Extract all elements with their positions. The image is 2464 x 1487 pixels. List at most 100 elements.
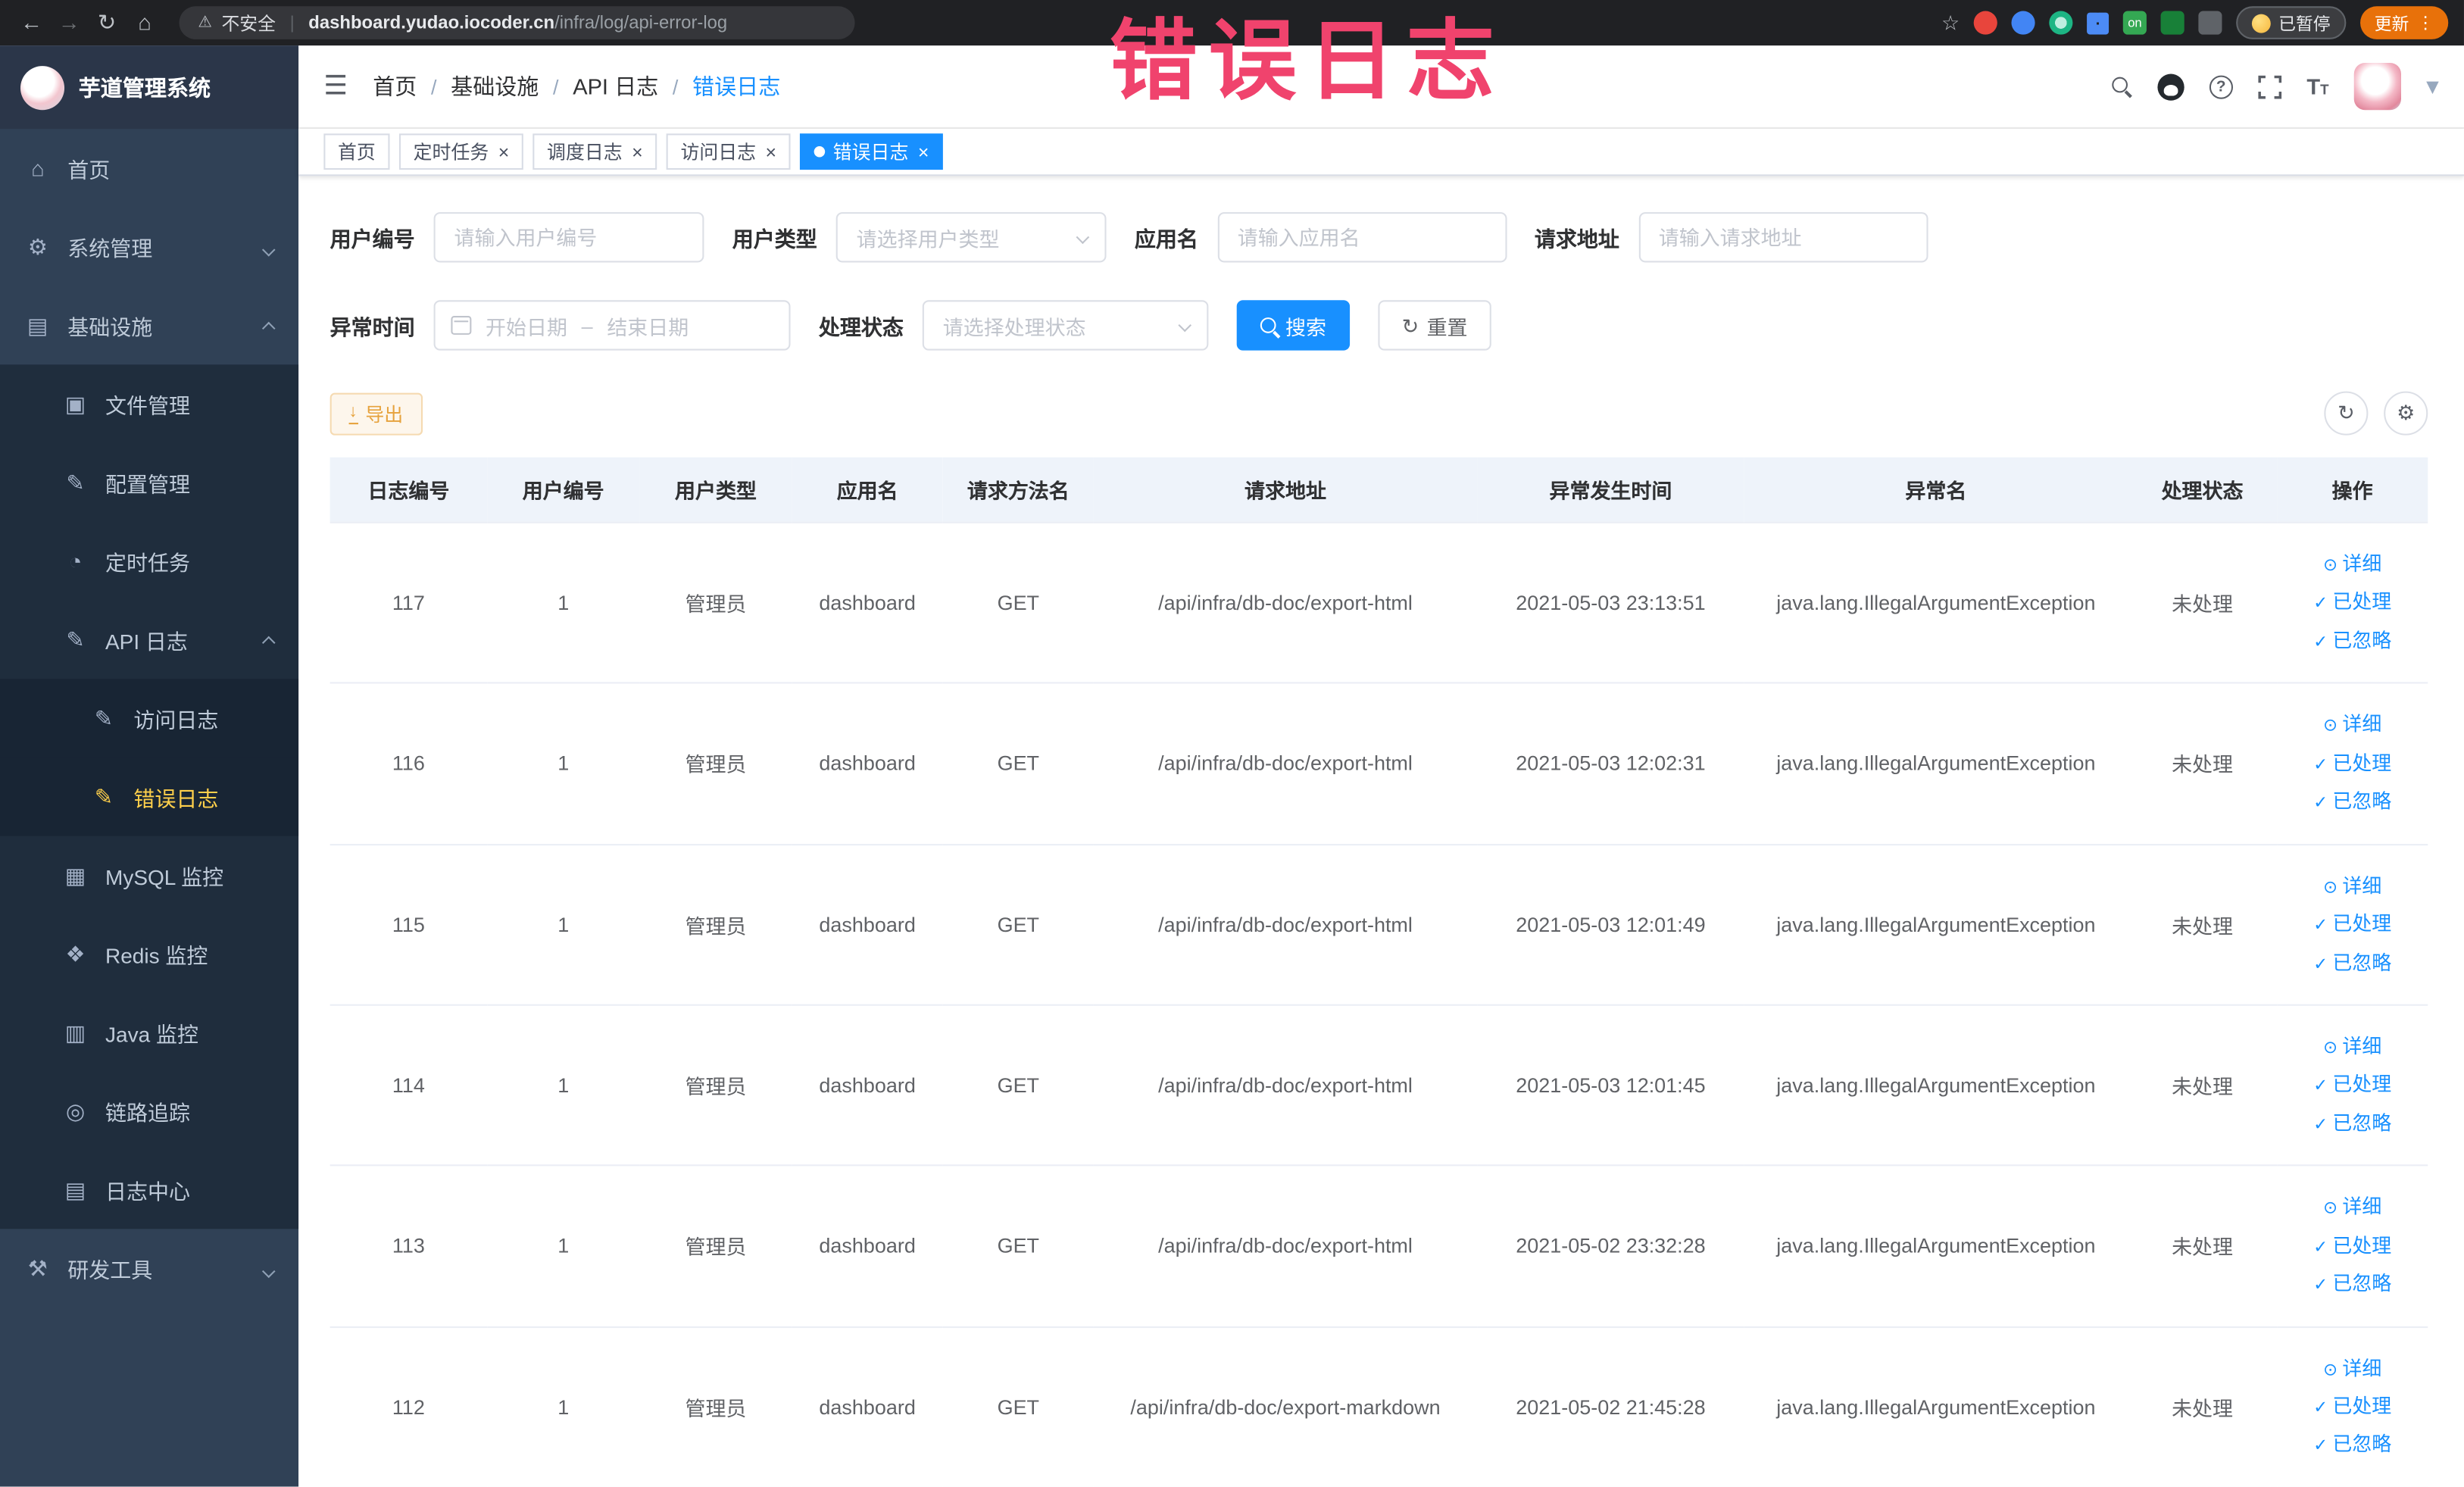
font-size-icon[interactable]: TT — [2306, 74, 2328, 99]
date-range-picker[interactable]: 开始日期 – 结束日期 — [433, 300, 791, 351]
breadcrumb-separator: / — [552, 74, 559, 98]
extensions-puzzle-icon[interactable] — [2198, 11, 2222, 35]
sidebar-item-java-monitor[interactable]: ▥ Java 监控 — [0, 993, 298, 1072]
column-header: 异常发生时间 — [1477, 457, 1744, 523]
extension-icon-red[interactable] — [1973, 11, 1998, 35]
tab-dispatch-logs[interactable]: 调度日志 × — [532, 133, 657, 170]
app-name-input[interactable] — [1216, 212, 1507, 263]
search-button[interactable]: 搜索 — [1236, 300, 1351, 351]
sidebar-item-access-logs[interactable]: ✎ 访问日志 — [0, 679, 299, 758]
ignored-link[interactable]: ✓ 已忽略 — [2283, 1265, 2422, 1304]
sidebar-item-redis-monitor[interactable]: ❖ Redis 监控 — [0, 914, 298, 993]
processed-link[interactable]: ✓ 已处理 — [2283, 745, 2422, 783]
bookmark-star-icon[interactable]: ☆ — [1941, 10, 1960, 35]
help-icon[interactable]: ? — [2209, 74, 2233, 98]
caret-down-icon[interactable]: ▾ — [2426, 70, 2439, 102]
sidebar-item-tracing[interactable]: ◎ 链路追踪 — [0, 1072, 298, 1151]
update-button[interactable]: 更新 ⋮ — [2360, 6, 2449, 39]
detail-link[interactable]: ⊙ 详细 — [2283, 1189, 2422, 1227]
cell-status: 未处理 — [2128, 522, 2278, 685]
sidebar-item-log-center[interactable]: ▤ 日志中心 — [0, 1151, 298, 1229]
close-icon[interactable]: × — [918, 141, 929, 163]
home-icon[interactable]: ⌂ — [129, 0, 160, 45]
breadcrumb-home[interactable]: 首页 — [373, 70, 417, 102]
detail-link[interactable]: ⊙ 详细 — [2283, 1349, 2422, 1388]
detail-link[interactable]: ⊙ 详细 — [2283, 1028, 2422, 1067]
filter-label: 异常时间 — [329, 315, 415, 340]
navbar-actions: ? TT ▾ — [2112, 62, 2439, 111]
breadcrumb-error-logs: 错误日志 — [692, 73, 781, 99]
github-icon[interactable] — [2157, 73, 2184, 100]
request-url-input[interactable] — [1638, 212, 1928, 263]
sidebar-item-file-management[interactable]: ▣ 文件管理 — [0, 364, 298, 443]
paused-badge[interactable]: 已暂停 — [2236, 6, 2347, 39]
extension-icon-green[interactable] — [2160, 11, 2184, 35]
ignored-link[interactable]: ✓ 已忽略 — [2283, 622, 2422, 661]
sidebar-item-label: 系统管理 — [67, 237, 153, 261]
sidebar: 芋道管理系统 ⌂ 首页 ⚙ 系统管理 ▤ 基础设施 ▣ 文件管理 ✎ 配置管理 … — [0, 45, 299, 1487]
ignored-link[interactable]: ✓ 已忽略 — [2283, 944, 2422, 982]
export-button[interactable]: ↓ 导出 — [329, 392, 423, 435]
tab-home[interactable]: 首页 — [323, 133, 390, 170]
hamburger-icon[interactable]: ☰ — [323, 70, 348, 102]
detail-link[interactable]: ⊙ 详细 — [2283, 706, 2422, 745]
reset-button[interactable]: ↻ 重置 — [1378, 300, 1491, 351]
processed-link[interactable]: ✓ 已处理 — [2283, 1227, 2422, 1266]
ignored-link[interactable]: ✓ 已忽略 — [2283, 783, 2422, 822]
cell-request-url: /api/infra/db-doc/export-html — [1093, 1165, 1478, 1328]
column-settings-button[interactable]: ⚙ — [2384, 391, 2428, 436]
eye-icon: ⊙ — [2323, 556, 2338, 576]
forward-icon[interactable]: → — [54, 0, 85, 45]
extension-icon-teal[interactable] — [2049, 11, 2073, 35]
sidebar-item-infrastructure[interactable]: ▤ 基础设施 — [0, 286, 298, 365]
table-row: 116 1 管理员 dashboard GET /api/infra/db-do… — [329, 683, 2428, 845]
processed-link[interactable]: ✓ 已处理 — [2283, 584, 2422, 623]
sidebar-item-error-logs[interactable]: ✎ 错误日志 — [0, 757, 299, 836]
user-avatar[interactable] — [2353, 62, 2401, 111]
breadcrumb-api-logs[interactable]: API 日志 — [573, 70, 658, 102]
reload-icon[interactable]: ↻ — [91, 0, 122, 45]
sidebar-item-label: 研发工具 — [67, 1258, 153, 1282]
column-header: 用户编号 — [487, 457, 640, 523]
close-icon[interactable]: × — [632, 141, 643, 163]
sidebar-item-scheduled-tasks[interactable]: ◔ 定时任务 — [0, 522, 298, 601]
tools-icon: ⚒ — [27, 1254, 48, 1280]
ignored-link[interactable]: ✓ 已忽略 — [2283, 1426, 2422, 1465]
sidebar-item-home[interactable]: ⌂ 首页 — [0, 129, 298, 208]
extension-icon-on[interactable]: on — [2122, 11, 2147, 35]
extension-icon-grid[interactable] — [2087, 11, 2110, 34]
processed-link[interactable]: ✓ 已处理 — [2283, 1066, 2422, 1104]
sidebar-item-system-management[interactable]: ⚙ 系统管理 — [0, 208, 298, 286]
back-icon[interactable]: ← — [16, 0, 47, 45]
tab-error-logs[interactable]: 错误日志 × — [800, 133, 944, 170]
sidebar-item-api-logs[interactable]: ✎ API 日志 — [0, 600, 298, 679]
breadcrumb-infrastructure[interactable]: 基础设施 — [451, 70, 539, 102]
tab-scheduled-tasks[interactable]: 定时任务 × — [398, 133, 523, 170]
process-status-select[interactable]: 请选择处理状态 — [922, 300, 1209, 351]
user-type-select[interactable]: 请选择用户类型 — [835, 212, 1107, 263]
detail-link[interactable]: ⊙ 详细 — [2283, 545, 2422, 584]
tab-access-logs[interactable]: 访问日志 × — [666, 133, 791, 170]
cell-user-type: 管理员 — [639, 844, 792, 1006]
search-icon[interactable] — [2112, 76, 2132, 97]
sidebar-item-config-management[interactable]: ✎ 配置管理 — [0, 443, 298, 522]
extension-icon-blue[interactable] — [2011, 11, 2035, 35]
viewport: ← → ↻ ⌂ ⚠ 不安全 | dashboard.yudao.iocoder.… — [0, 0, 2464, 1487]
table-row: 114 1 管理员 dashboard GET /api/infra/db-do… — [329, 1004, 2428, 1167]
close-icon[interactable]: × — [766, 141, 777, 163]
address-bar[interactable]: ⚠ 不安全 | dashboard.yudao.iocoder.cn/infra… — [179, 6, 855, 39]
processed-link[interactable]: ✓ 已处理 — [2283, 905, 2422, 944]
screen: ← → ↻ ⌂ ⚠ 不安全 | dashboard.yudao.iocoder.… — [0, 0, 2464, 1487]
user-id-input[interactable] — [433, 212, 704, 263]
close-icon[interactable]: × — [498, 141, 510, 163]
processed-link[interactable]: ✓ 已处理 — [2283, 1388, 2422, 1426]
check-icon: ✓ — [2313, 1076, 2328, 1096]
refresh-button[interactable]: ↻ — [2324, 391, 2369, 436]
fullscreen-icon[interactable] — [2258, 74, 2281, 98]
sidebar-item-mysql-monitor[interactable]: ▦ MySQL 监控 — [0, 836, 298, 915]
ignored-link[interactable]: ✓ 已忽略 — [2283, 1104, 2422, 1143]
detail-link[interactable]: ⊙ 详细 — [2283, 867, 2422, 905]
start-date-placeholder: 开始日期 — [486, 314, 567, 339]
sidebar-item-label: MySQL 监控 — [105, 866, 224, 890]
sidebar-item-dev-tools[interactable]: ⚒ 研发工具 — [0, 1229, 298, 1307]
